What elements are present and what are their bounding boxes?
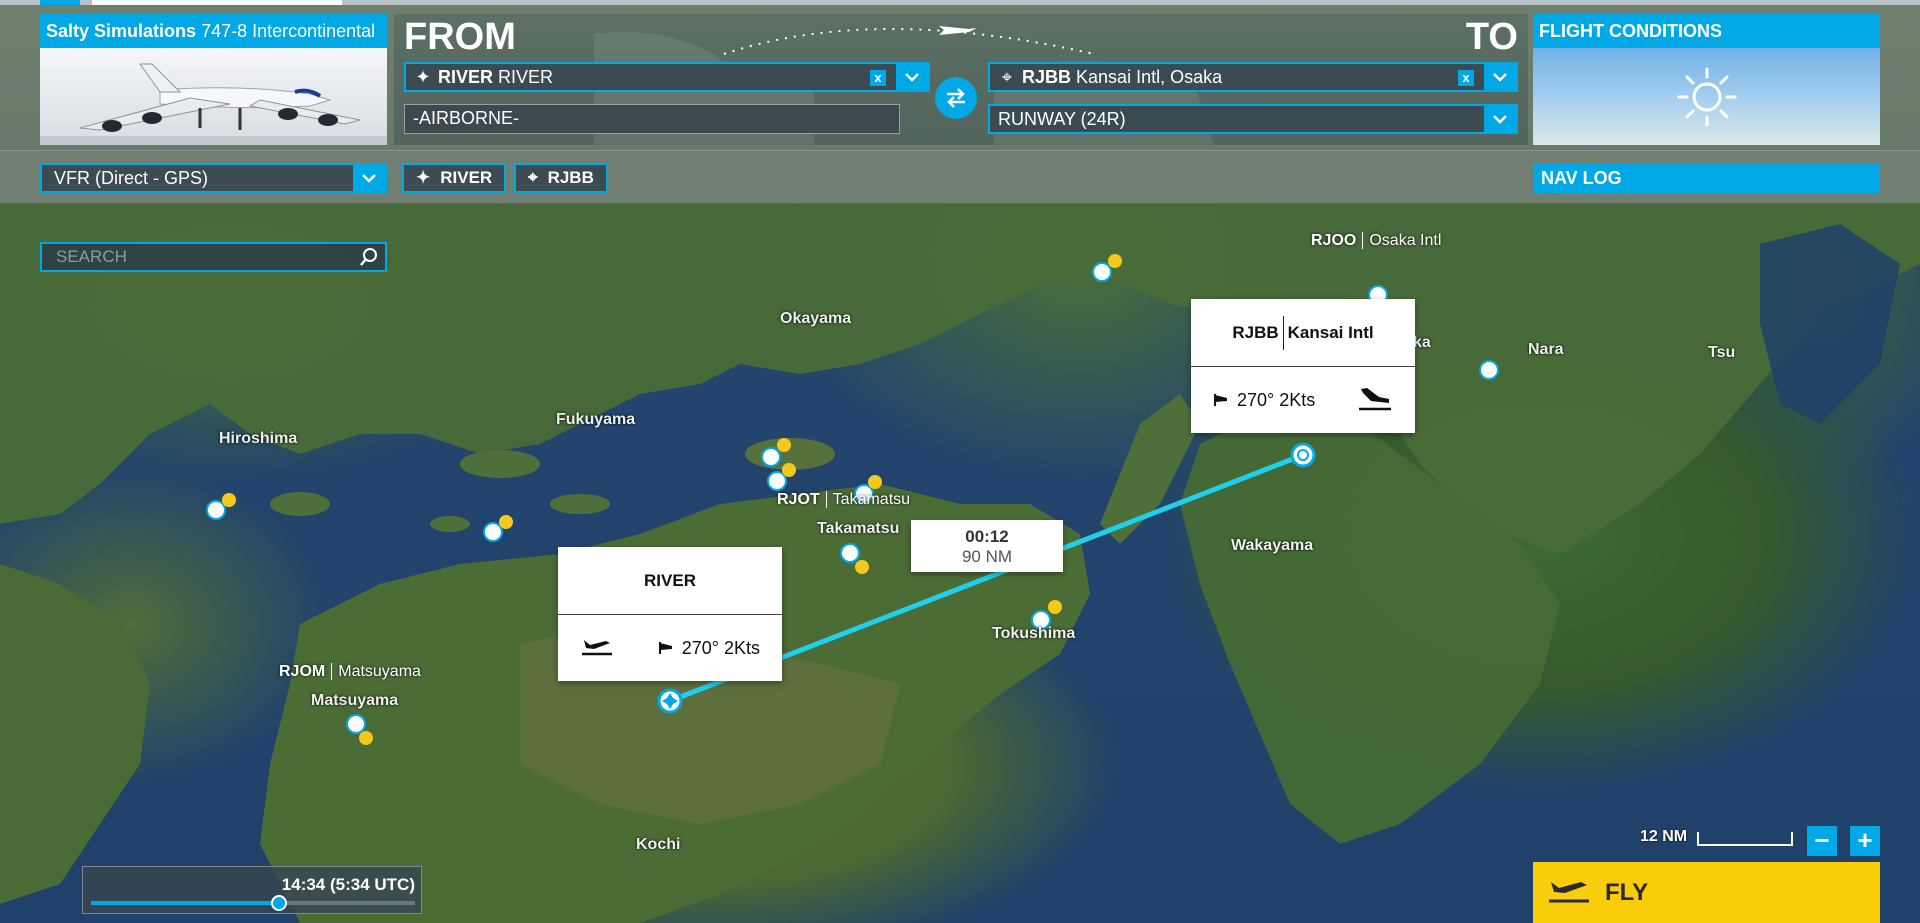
place-label: Tokushima bbox=[992, 625, 1076, 642]
departure-card-title: RIVER bbox=[558, 547, 782, 615]
place-label: Takamatsu bbox=[817, 520, 900, 537]
wind-sock-icon bbox=[658, 638, 674, 659]
place-label: Kochi bbox=[636, 836, 681, 853]
time-label: 14:34 (5:34 UTC) bbox=[281, 875, 415, 894]
place-label: Tsu bbox=[1708, 344, 1736, 361]
leg-time: 00:12 bbox=[965, 527, 1009, 546]
waypoint-icon: ✦ bbox=[415, 67, 431, 87]
airport-label-rjoo[interactable]: RJOO Osaka Intl bbox=[1311, 232, 1441, 250]
takeoff-icon bbox=[1547, 874, 1591, 911]
zoom-out-button[interactable]: − bbox=[1807, 826, 1837, 856]
leg-info-box: 00:12 90 NM bbox=[911, 520, 1063, 572]
arrival-card[interactable]: RJBB Kansai Intl 270° 2Kts bbox=[1191, 299, 1415, 433]
top-tab-strip bbox=[0, 0, 1920, 5]
departure-status: -AIRBORNE- bbox=[404, 104, 900, 134]
aircraft-brand: Salty Simulations bbox=[46, 21, 197, 41]
aircraft-selector[interactable]: Salty Simulations 747-8 Intercontinental bbox=[40, 14, 387, 145]
arrival-card-name: Kansai Intl bbox=[1287, 322, 1374, 342]
leg-distance: 90 NM bbox=[961, 547, 1013, 566]
clear-arrival-button[interactable]: x bbox=[1458, 70, 1474, 86]
arrival-card-code: RJBB bbox=[1232, 322, 1279, 342]
airport-label-rjot[interactable]: RJOT Takamatsu bbox=[777, 491, 910, 509]
search-input[interactable] bbox=[42, 244, 342, 270]
search-icon[interactable] bbox=[359, 247, 379, 272]
time-slider-handle[interactable] bbox=[270, 895, 287, 911]
sun-icon bbox=[1533, 48, 1880, 145]
fly-label: FLY bbox=[1605, 878, 1649, 906]
waypoint-icon: ✦ bbox=[416, 168, 431, 187]
place-label: Matsuyama bbox=[311, 692, 399, 709]
to-heading: TO bbox=[1465, 16, 1518, 58]
departure-wind: 270° 2Kts bbox=[681, 637, 760, 658]
airplane-icon bbox=[939, 26, 977, 35]
departure-field[interactable]: ✦ RIVER RIVER x bbox=[404, 62, 930, 92]
flight-conditions-panel[interactable]: FLIGHT CONDITIONS bbox=[1533, 14, 1880, 145]
arrival-field[interactable]: ⌖ RJBB Kansai Intl, Osaka x bbox=[988, 62, 1518, 92]
swap-icon bbox=[947, 88, 965, 108]
airport-icon: ⌖ bbox=[1001, 67, 1013, 87]
flight-type-select[interactable]: VFR (Direct - GPS) bbox=[40, 163, 387, 193]
place-label: Wakayama bbox=[1231, 537, 1314, 554]
chevron-down-icon[interactable] bbox=[1484, 106, 1516, 132]
time-slider[interactable] bbox=[91, 895, 415, 911]
nav-log-button[interactable]: NAV LOG bbox=[1533, 163, 1880, 193]
airport-label-rjom[interactable]: RJOM Matsuyama bbox=[279, 663, 421, 681]
takeoff-icon bbox=[580, 634, 614, 663]
search-box[interactable] bbox=[40, 242, 387, 272]
time-slider-fill bbox=[91, 901, 279, 905]
chevron-down-icon[interactable] bbox=[353, 165, 385, 191]
wind-sock-icon bbox=[1213, 390, 1229, 411]
chevron-down-icon[interactable] bbox=[1484, 64, 1516, 90]
from-heading: FROM bbox=[404, 16, 516, 58]
time-of-day-panel: 14:34 (5:34 UTC) bbox=[82, 866, 422, 914]
route-panel: FROM TO ✦ RIVER RIVER x -AIRBORNE- ⌖ RJBB … bbox=[394, 14, 1528, 145]
runway-select[interactable]: RUNWAY (24R) bbox=[988, 104, 1518, 134]
departure-card[interactable]: RIVER 270° 2Kts bbox=[558, 547, 782, 681]
waypoint-chip-to[interactable]: ⌖ RJBB bbox=[514, 163, 608, 193]
airport-icon: ⌖ bbox=[528, 168, 538, 187]
aircraft-model: 747-8 Intercontinental bbox=[201, 21, 376, 41]
place-label: Okayama bbox=[780, 310, 852, 327]
landing-icon bbox=[1357, 385, 1393, 416]
place-label: ka bbox=[1413, 334, 1431, 351]
waypoint-chip-from[interactable]: ✦ RIVER bbox=[402, 163, 507, 193]
fly-button[interactable]: FLY bbox=[1533, 862, 1880, 923]
aircraft-image bbox=[40, 48, 387, 145]
flight-conditions-title: FLIGHT CONDITIONS bbox=[1533, 14, 1880, 48]
chevron-down-icon[interactable] bbox=[896, 64, 928, 90]
clear-departure-button[interactable]: x bbox=[870, 70, 886, 86]
scale-bar bbox=[1697, 832, 1794, 846]
place-label: Nara bbox=[1528, 341, 1564, 358]
map-scale: 12 NM bbox=[1640, 828, 1794, 846]
swap-route-button[interactable] bbox=[935, 77, 977, 119]
arrival-wind: 270° 2Kts bbox=[1237, 389, 1316, 410]
scale-label: 12 NM bbox=[1640, 828, 1688, 845]
place-label: Fukuyama bbox=[556, 411, 636, 428]
place-label: Hiroshima bbox=[219, 430, 298, 447]
zoom-in-button[interactable]: + bbox=[1850, 826, 1880, 856]
